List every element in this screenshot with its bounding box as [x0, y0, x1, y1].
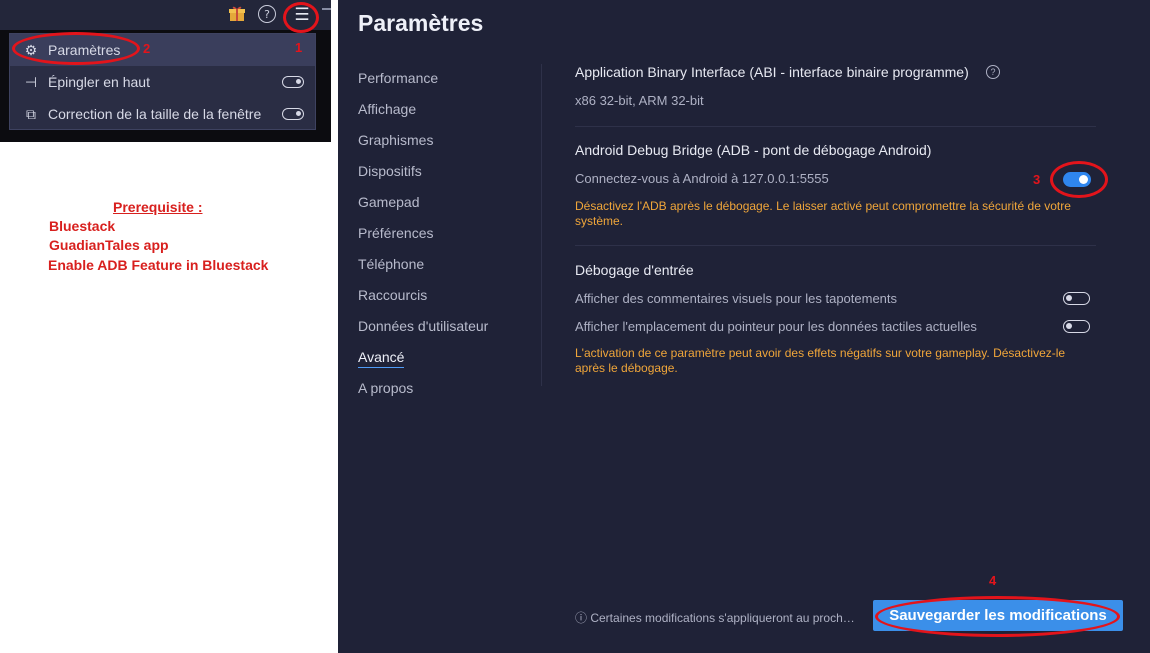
nav-user-data[interactable]: Données d'utilisateur — [358, 318, 488, 334]
nav-devices[interactable]: Dispositifs — [358, 163, 422, 179]
adb-connect-text: Connectez-vous à Android à 127.0.0.1:555… — [575, 171, 829, 186]
section-divider — [575, 126, 1096, 127]
input-debug-warning: L'activation de ce paramètre peut avoir … — [575, 346, 1066, 375]
nav-about[interactable]: A propos — [358, 380, 413, 396]
tap-feedback-toggle[interactable] — [1063, 292, 1090, 305]
footer-note: ⓘ Certaines modifications s'appliqueront… — [575, 609, 855, 626]
annotation-ring-settings — [12, 32, 140, 65]
menu-item-window-size-fix[interactable]: ⧉ Correction de la taille de la fenêtre — [10, 98, 315, 130]
menu-item-label: Épingler en haut — [48, 74, 150, 90]
adb-title: Android Debug Bridge (ADB - pont de débo… — [575, 142, 932, 158]
help-icon[interactable]: ? — [258, 5, 276, 23]
nav-gamepad[interactable]: Gamepad — [358, 194, 419, 210]
nav-divider — [541, 64, 542, 386]
titlebar-strip — [0, 0, 331, 30]
annotation-step-2: 2 — [143, 41, 151, 56]
nav-performance[interactable]: Performance — [358, 70, 438, 86]
nav-preferences[interactable]: Préférences — [358, 225, 433, 241]
page-title: Paramètres — [358, 10, 484, 36]
annotation-ring-save — [875, 596, 1120, 637]
annotation-step-4: 4 — [989, 573, 997, 588]
annotation-ring-menu — [283, 2, 319, 33]
nav-shortcuts[interactable]: Raccourcis — [358, 287, 427, 303]
pointer-location-toggle[interactable] — [1063, 320, 1090, 333]
nav-advanced[interactable]: Avancé — [358, 349, 405, 368]
pin-top-toggle[interactable] — [282, 76, 304, 88]
prerequisite-title: Prerequisite : — [113, 199, 203, 215]
tap-feedback-label: Afficher des commentaires visuels pour l… — [575, 291, 898, 306]
abi-help-icon[interactable]: ? — [986, 65, 1000, 79]
prerequisite-item: Enable ADB Feature in Bluestack — [48, 257, 269, 273]
window-resize-icon: ⧉ — [26, 105, 36, 122]
annotation-step-1: 1 — [295, 40, 303, 55]
adb-warning: Désactivez l'ADB après le débogage. Le l… — [575, 199, 1071, 228]
abi-title: Application Binary Interface (ABI - inte… — [575, 64, 969, 80]
nav-graphics[interactable]: Graphismes — [358, 132, 433, 148]
app-titlebar-region: ? ☰ ⚙ Paramètres ⊣ Épingler en haut ⧉ Co… — [0, 0, 331, 142]
footer-note-text: Certaines modifications s'appliqueront a… — [590, 611, 855, 625]
annotation-step-3: 3 — [1033, 172, 1041, 187]
gift-icon[interactable] — [226, 5, 248, 27]
minimize-icon[interactable] — [322, 8, 331, 10]
info-icon: ⓘ — [575, 611, 591, 625]
pin-icon: ⊣ — [24, 73, 38, 90]
prerequisite-item: GuadianTales app — [49, 237, 169, 253]
pointer-location-label: Afficher l'emplacement du pointeur pour … — [575, 319, 977, 334]
menu-item-pin-top[interactable]: ⊣ Épingler en haut — [10, 66, 315, 98]
prerequisite-item: Bluestack — [49, 218, 116, 234]
window-size-toggle[interactable] — [282, 108, 304, 120]
input-debug-title: Débogage d'entrée — [575, 262, 694, 278]
annotation-ring-adb-toggle — [1050, 161, 1108, 198]
menu-item-label: Correction de la taille de la fenêtre — [48, 106, 262, 122]
abi-value: x86 32-bit, ARM 32-bit — [575, 93, 704, 108]
nav-phone[interactable]: Téléphone — [358, 256, 424, 272]
section-divider — [575, 245, 1096, 246]
settings-panel: Paramètres Performance Affichage Graphis… — [338, 0, 1150, 653]
nav-display[interactable]: Affichage — [358, 101, 416, 117]
